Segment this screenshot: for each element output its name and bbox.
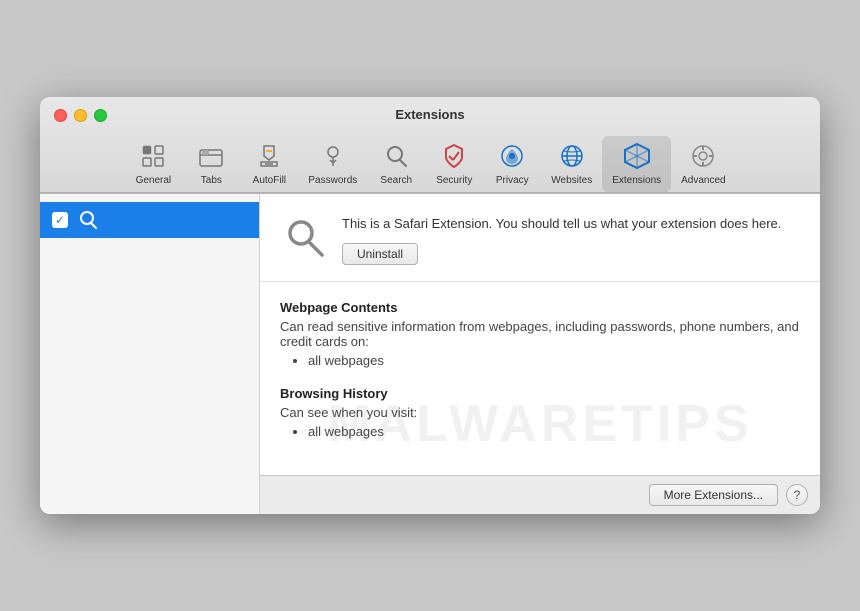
webpage-contents-title: Webpage Contents (280, 300, 800, 315)
toolbar-item-websites[interactable]: Websites (541, 136, 602, 192)
browsing-history-title: Browsing History (280, 386, 800, 401)
toolbar-item-security[interactable]: Security (425, 136, 483, 192)
webpage-contents-item: all webpages (308, 353, 800, 368)
safari-preferences-window: Extensions General (40, 97, 820, 515)
extension-info: This is a Safari Extension. You should t… (342, 214, 800, 266)
autofill-label: AutoFill (253, 175, 286, 186)
checkbox-check-icon: ✓ (55, 214, 65, 226)
extension-main-icon (280, 214, 328, 262)
privacy-label: Privacy (496, 175, 529, 186)
right-panel: MALWARETIPS This is a Safari Extension. … (260, 194, 820, 515)
extension-checkbox[interactable]: ✓ (52, 212, 68, 228)
general-icon (137, 140, 169, 172)
sidebar-item-search-ext[interactable]: ✓ (40, 202, 259, 238)
autofill-icon (253, 140, 285, 172)
maximize-button[interactable] (94, 109, 107, 122)
close-button[interactable] (54, 109, 67, 122)
toolbar-item-search[interactable]: Search (367, 136, 425, 192)
search-toolbar-icon (380, 140, 412, 172)
toolbar-item-autofill[interactable]: AutoFill (240, 136, 298, 192)
footer: More Extensions... ? (260, 475, 820, 514)
general-label: General (136, 175, 172, 186)
passwords-label: Passwords (308, 175, 357, 186)
uninstall-button[interactable]: Uninstall (342, 243, 418, 265)
advanced-label: Advanced (681, 175, 725, 186)
minimize-button[interactable] (74, 109, 87, 122)
help-button[interactable]: ? (786, 484, 808, 506)
search-label: Search (380, 175, 412, 186)
window-controls (54, 109, 107, 122)
extensions-icon (621, 140, 653, 172)
permission-section-browsing: Browsing History Can see when you visit:… (280, 386, 800, 439)
toolbar-item-general[interactable]: General (124, 136, 182, 192)
extension-description: This is a Safari Extension. You should t… (342, 214, 800, 234)
permission-section-webpage: Webpage Contents Can read sensitive info… (280, 300, 800, 368)
toolbar-item-tabs[interactable]: Tabs (182, 136, 240, 192)
security-label: Security (436, 175, 472, 186)
extension-sidebar-icon (76, 208, 100, 232)
titlebar: Extensions General (40, 97, 820, 193)
passwords-icon (317, 140, 349, 172)
toolbar-item-advanced[interactable]: Advanced (671, 136, 735, 192)
toolbar-item-privacy[interactable]: Privacy (483, 136, 541, 192)
websites-label: Websites (551, 175, 592, 186)
extensions-label: Extensions (612, 175, 661, 186)
sidebar: ✓ (40, 194, 260, 515)
main-content: ✓ MALWARETIPS (40, 193, 820, 515)
webpage-contents-list: all webpages (280, 353, 800, 368)
tabs-icon (195, 140, 227, 172)
extension-header: This is a Safari Extension. You should t… (260, 194, 820, 283)
security-icon (438, 140, 470, 172)
browsing-history-item: all webpages (308, 424, 800, 439)
more-extensions-button[interactable]: More Extensions... (649, 484, 778, 506)
advanced-icon (687, 140, 719, 172)
tabs-label: Tabs (201, 175, 222, 186)
browsing-history-desc: Can see when you visit: (280, 405, 800, 420)
websites-icon (556, 140, 588, 172)
toolbar-item-passwords[interactable]: Passwords (298, 136, 367, 192)
webpage-contents-desc: Can read sensitive information from webp… (280, 319, 800, 349)
toolbar: General Tabs (124, 130, 735, 192)
toolbar-item-extensions[interactable]: Extensions (602, 136, 671, 192)
browsing-history-list: all webpages (280, 424, 800, 439)
permissions-area: Webpage Contents Can read sensitive info… (260, 282, 820, 475)
window-title: Extensions (395, 107, 464, 122)
privacy-icon (496, 140, 528, 172)
